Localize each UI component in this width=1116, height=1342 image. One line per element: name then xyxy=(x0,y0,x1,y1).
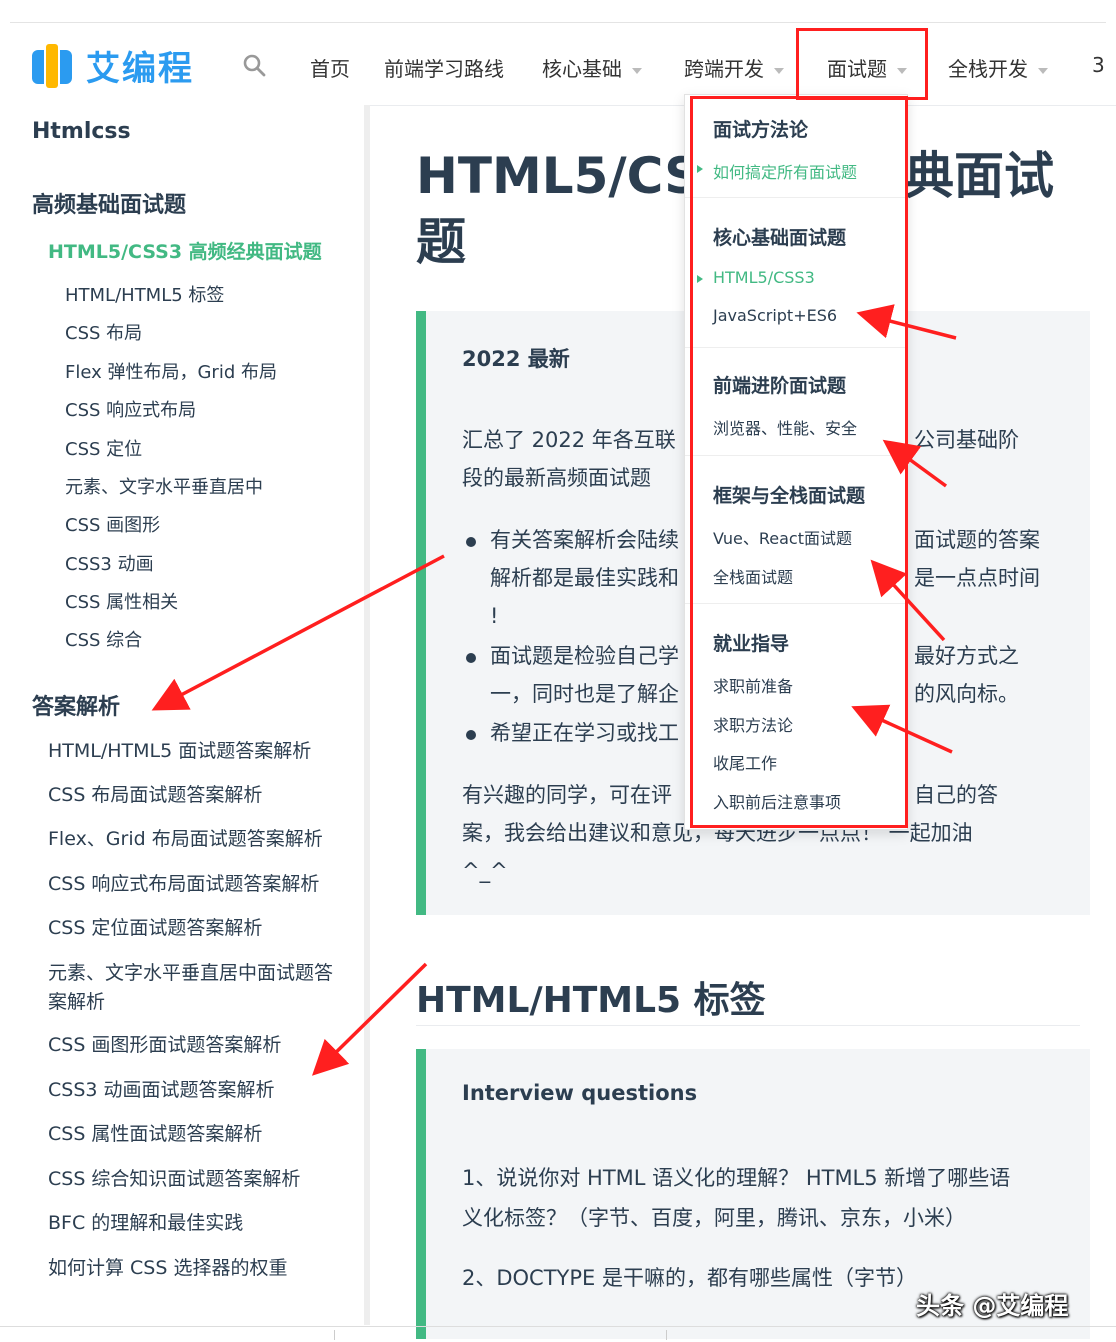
tick-mark xyxy=(666,1330,667,1340)
arrow-to-js-es6 xyxy=(856,304,957,340)
annotation-arrows xyxy=(151,304,957,1076)
tick-mark xyxy=(334,1330,335,1340)
bottom-divider xyxy=(0,1326,1116,1327)
arrow-to-answers xyxy=(151,554,445,711)
arrow-to-css3-animation xyxy=(312,962,428,1076)
arrow-to-job-methods xyxy=(851,704,953,754)
arrow-to-fullstack xyxy=(870,559,946,642)
arrow-to-browser-perf xyxy=(882,439,948,488)
watermark: 头条 @艾编程 xyxy=(916,1292,1069,1320)
